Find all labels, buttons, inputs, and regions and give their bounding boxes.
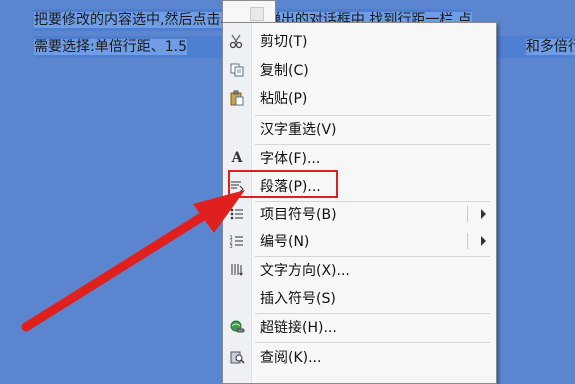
annotation-arrow-icon: [21, 190, 245, 332]
